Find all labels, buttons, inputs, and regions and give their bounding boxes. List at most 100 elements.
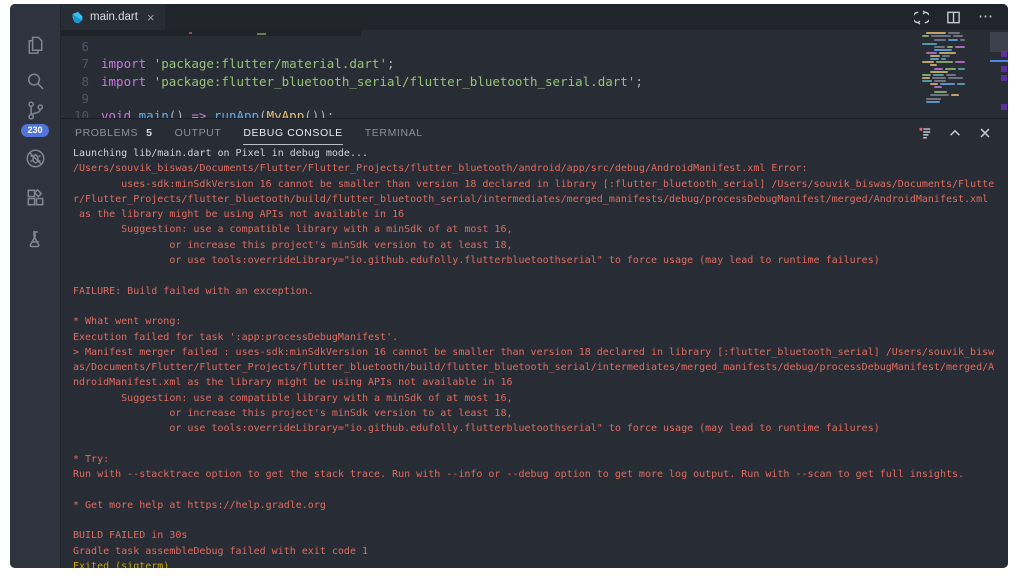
console-line: Run with --stacktrace option to get the … (73, 467, 1006, 482)
minimap-row (920, 52, 965, 54)
console-line: uses-sdk:minSdkVersion 16 cannot be smal… (73, 177, 1006, 192)
minimap-row (920, 35, 965, 37)
tab-main-dart[interactable]: main.dart × (61, 4, 165, 30)
scrollbar-thumb[interactable] (990, 32, 1008, 52)
ruler-decoration (1001, 66, 1007, 72)
console-line (73, 437, 1006, 452)
code-line: 7import 'package:flutter/material.dart'; (61, 55, 918, 72)
problems-count-badge: 5 (146, 127, 152, 139)
split-editor-icon[interactable] (946, 10, 961, 25)
console-line: or use tools:overrideLibrary="io.github.… (73, 253, 1006, 268)
console-line: BUILD FAILED in 30s (73, 528, 1006, 543)
console-line: as/Documents/Flutter/Flutter_Projects/fl… (73, 360, 1006, 375)
minimap-row (920, 58, 965, 60)
code-line: 6 (61, 38, 918, 55)
code-token: 'package:flutter_bluetooth_serial/flutte… (154, 73, 636, 90)
clipped-code-line (61, 30, 361, 36)
editor-scrollbar[interactable] (990, 30, 1008, 118)
minimap[interactable] (920, 32, 965, 118)
panel-actions (918, 126, 1008, 140)
minimap-row (920, 77, 965, 79)
minimap-row (920, 39, 965, 41)
panel-tab-debug-console[interactable]: DEBUG CONSOLE (243, 121, 342, 145)
minimap-row (920, 49, 965, 51)
minimap-row (920, 80, 965, 82)
console-line (73, 268, 1006, 283)
console-line (73, 299, 1006, 314)
console-line: Execution failed for task ':app:processD… (73, 330, 1006, 345)
ruler-decoration (1001, 51, 1007, 57)
console-line: or use tools:overrideLibrary="io.github.… (73, 421, 1006, 436)
clipped-token (257, 33, 266, 35)
extensions-icon[interactable] (23, 185, 47, 209)
debug-console-output: Launching lib/main.dart on Pixel in debu… (73, 146, 1006, 568)
ruler-cursor-line (990, 60, 1008, 62)
bottom-panel: PROBLEMS5OUTPUTDEBUG CONSOLETERMINAL L (61, 118, 1008, 568)
console-line: or increase this project's minSdk versio… (73, 238, 1006, 253)
line-number: 8 (61, 73, 89, 90)
console-line: /Users/souvik_biswas/Documents/Flutter/F… (73, 161, 1006, 176)
search-icon[interactable] (23, 69, 47, 93)
console-line: or increase this project's minSdk versio… (73, 406, 1006, 421)
minimap-row (920, 86, 965, 88)
panel-tab-label: TERMINAL (365, 127, 423, 139)
minimap-row (920, 61, 965, 63)
console-line: Exited (sigterm) (73, 559, 1006, 568)
console-line: * What went wrong: (73, 314, 1006, 329)
console-line: Gradle task assembleDebug failed with ex… (73, 544, 1006, 559)
panel-tab-problems[interactable]: PROBLEMS 5 (75, 127, 153, 139)
sync-icon[interactable] (914, 10, 929, 25)
editor: 67import 'package:flutter/material.dart'… (61, 30, 1008, 118)
console-line: > Manifest merger failed : uses-sdk:minS… (73, 345, 1006, 360)
code-token: ; (387, 55, 395, 72)
code-token: import (101, 73, 154, 90)
console-line: Suggestion: use a compatible library wit… (73, 391, 1006, 406)
main-column: main.dart × ⋯ 67import 'pa (61, 4, 1008, 568)
ruler-decoration (1001, 104, 1007, 110)
clipped-token (189, 32, 192, 34)
minimap-row (920, 74, 965, 76)
minimap-row (920, 98, 965, 100)
editor-actions: ⋯ (914, 4, 1008, 30)
run-and-debug-icon[interactable] (23, 146, 47, 170)
tab-bar: main.dart × ⋯ (61, 4, 1008, 30)
panel-tab-label: DEBUG CONSOLE (243, 127, 342, 139)
console-line (73, 483, 1006, 498)
line-number: 6 (61, 38, 89, 55)
code-lines: 67import 'package:flutter/material.dart'… (61, 38, 918, 124)
line-number: 7 (61, 55, 89, 72)
panel-header: PROBLEMS 5 OUTPUT DEBUG CONSOLE TERMINAL (61, 119, 1008, 146)
ruler-decoration (1001, 75, 1007, 81)
panel-tab-label: PROBLEMS (75, 127, 138, 139)
source-control-icon[interactable] (23, 98, 47, 122)
minimap-row (920, 64, 965, 66)
panel-tab-label: OUTPUT (175, 127, 222, 139)
panel-tab-output[interactable]: OUTPUT (175, 127, 222, 139)
minimap-row (920, 83, 965, 85)
code-line: 8 import 'package:flutter_bluetooth_seria… (61, 73, 918, 90)
tab-close-icon[interactable]: × (147, 11, 155, 24)
code-token: import (101, 55, 154, 72)
console-line: FAILURE: Build failed with an exception. (73, 284, 1006, 299)
console-line: as the library might be using APIs not a… (73, 207, 1006, 222)
console-line: ndroidManifest.xml as the library might … (73, 375, 1006, 390)
console-line: r/Flutter_Projects/flutter_bluetooth/bui… (73, 192, 1006, 207)
filter-icon[interactable] (918, 126, 932, 140)
test-flask-icon[interactable] (23, 227, 47, 251)
minimap-row (920, 32, 965, 34)
code-token: ; (635, 73, 643, 90)
console-line (73, 513, 1006, 528)
line-number: 9 (61, 90, 89, 107)
console-line: * Try: (73, 452, 1006, 467)
panel-tab-terminal[interactable]: TERMINAL (365, 127, 423, 139)
dart-file-icon (71, 11, 84, 24)
explorer-icon[interactable] (23, 33, 47, 57)
close-panel-icon[interactable] (978, 126, 992, 140)
maximize-panel-icon[interactable] (948, 126, 962, 140)
console-line: Launching lib/main.dart on Pixel in debu… (73, 146, 1006, 161)
more-actions-icon[interactable]: ⋯ (978, 12, 994, 22)
screenshot-page: 230 main.dart × (0, 0, 1024, 580)
minimap-row (920, 94, 965, 96)
minimap-row (920, 91, 965, 93)
source-control-badge: 230 (21, 124, 48, 137)
